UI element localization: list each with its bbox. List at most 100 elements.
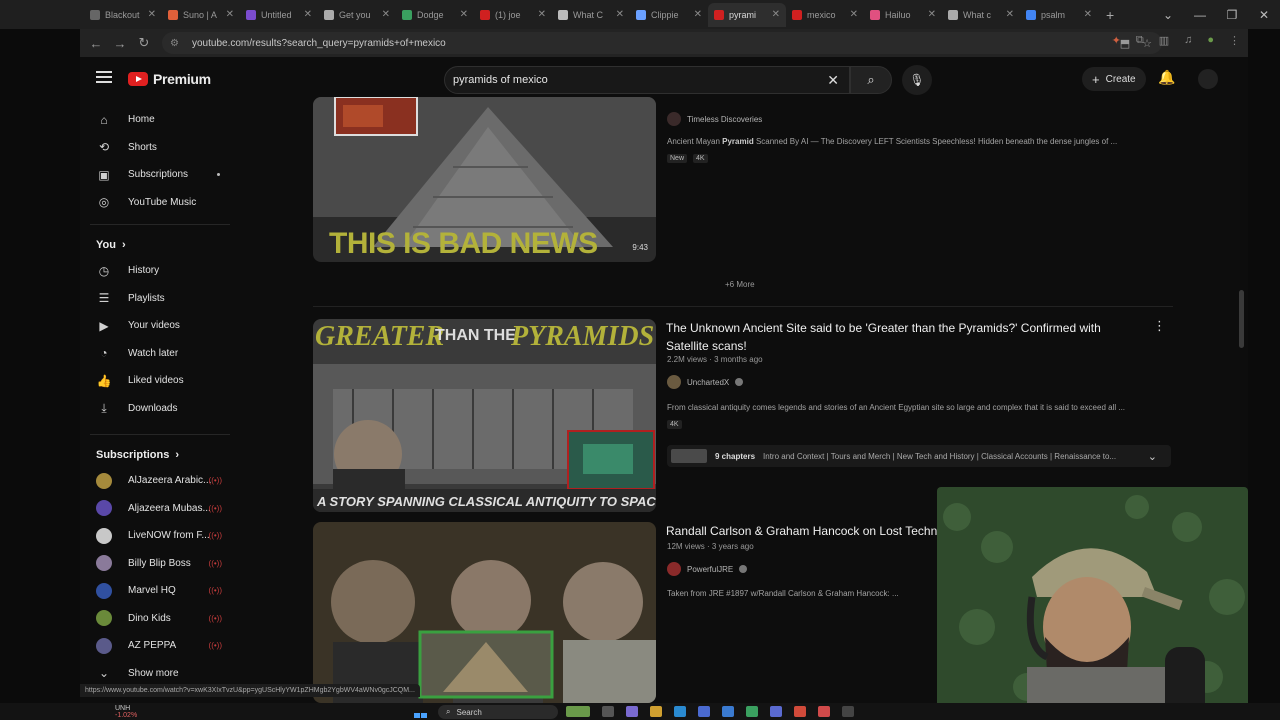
close-tab-icon[interactable]: ✕ <box>226 9 234 20</box>
sidebar-item-home[interactable]: ⌂ Home <box>80 106 240 134</box>
sidebar-subscriptions-header[interactable]: Subscriptions › <box>80 443 240 467</box>
sidebar-item-downloads[interactable]: ⤓ Downloads <box>80 395 240 423</box>
close-tab-icon[interactable]: ✕ <box>850 9 858 20</box>
sidebar-item-youtube-music[interactable]: ◎ YouTube Music <box>80 189 240 217</box>
channel-link[interactable]: PowerfulJRE <box>667 562 748 576</box>
sidebar-item-your-videos[interactable]: ▶ Your videos <box>80 312 240 340</box>
task-view-icon[interactable] <box>602 706 614 717</box>
puzzle-icon[interactable]: ⧉ <box>1136 34 1144 47</box>
video-title-link[interactable]: Randall Carlson & Graham Hancock on Lost… <box>666 522 966 540</box>
more-actions-icon[interactable]: ⋮ <box>1153 318 1166 334</box>
extension-icon[interactable]: ✦ <box>1112 34 1121 47</box>
browser-tab[interactable]: Get you ✕ <box>318 3 396 27</box>
browser-tab[interactable]: What c ✕ <box>942 3 1020 27</box>
video-title-link[interactable]: The Unknown Ancient Site said to be 'Gre… <box>666 319 1126 355</box>
video-thumbnail[interactable] <box>313 522 656 703</box>
sidebar-you-header[interactable]: You › <box>80 233 240 257</box>
channel-link[interactable]: Timeless Discoveries <box>667 112 762 126</box>
windows-start-button[interactable] <box>414 706 428 718</box>
browser-tab[interactable]: (1) joe ✕ <box>474 3 552 27</box>
close-tab-icon[interactable]: ✕ <box>694 9 702 20</box>
more-results-button[interactable]: +6 More <box>725 280 755 289</box>
close-tab-icon[interactable]: ✕ <box>1084 9 1092 20</box>
app-icon[interactable] <box>842 706 854 717</box>
close-tab-icon[interactable]: ✕ <box>772 9 780 20</box>
chevron-down-icon[interactable]: ⌄ <box>1148 450 1157 463</box>
close-tab-icon[interactable]: ✕ <box>148 9 156 20</box>
side-panel-icon[interactable]: ▥ <box>1159 34 1169 47</box>
voice-search-button[interactable]: 🎙 <box>902 65 932 95</box>
channel-link[interactable]: UnchartedX <box>667 375 744 389</box>
close-tab-icon[interactable]: ✕ <box>304 9 312 20</box>
browser-tab[interactable]: Suno | A ✕ <box>162 3 240 27</box>
file-explorer-icon[interactable] <box>650 706 662 717</box>
close-tab-icon[interactable]: ✕ <box>460 9 468 20</box>
back-button[interactable]: ← <box>84 36 108 51</box>
sidebar-item-liked-videos[interactable]: 👍 Liked videos <box>80 367 240 395</box>
browser-tab[interactable]: Untitled ✕ <box>240 3 318 27</box>
address-bar[interactable]: ⚙ youtube.com/results?search_query=pyram… <box>162 32 1162 54</box>
forward-button[interactable]: → <box>108 36 132 51</box>
reload-button[interactable]: ↻ <box>132 35 156 51</box>
widget-icon[interactable] <box>566 706 590 717</box>
show-more-button[interactable]: ⌄ Show more <box>80 660 240 688</box>
video-thumbnail[interactable]: THIS IS BAD NEWS 9:43 <box>313 97 656 262</box>
sidebar-item-subscriptions[interactable]: ▣ Subscriptions <box>80 161 240 189</box>
minimize-button[interactable]: — <box>1184 8 1216 22</box>
close-tab-icon[interactable]: ✕ <box>616 9 624 20</box>
notifications-bell-icon[interactable]: 🔔 <box>1158 69 1175 86</box>
stock-widget[interactable]: UNH -1.02% <box>100 705 137 719</box>
sidebar-item-history[interactable]: ◷ History <box>80 257 240 285</box>
profile-icon[interactable]: ● <box>1207 34 1214 47</box>
browser-tab[interactable]: mexico ✕ <box>786 3 864 27</box>
sidebar-item-shorts[interactable]: ⟲ Shorts <box>80 134 240 162</box>
browser-tab[interactable]: Blackout ✕ <box>84 3 162 27</box>
chrome-icon[interactable] <box>794 706 806 717</box>
channel-avatar <box>667 112 681 126</box>
chevron-down-icon[interactable]: ⌄ <box>1152 8 1184 22</box>
edge-icon[interactable] <box>674 706 686 717</box>
browser-tab[interactable]: psalm ✕ <box>1020 3 1098 27</box>
sidebar-item-watch-later[interactable]: ◔ Watch later <box>80 340 240 368</box>
browser-tab[interactable]: Clippie ✕ <box>630 3 708 27</box>
sidebar-subscription-item[interactable]: Dino Kids ((•)) <box>80 605 240 633</box>
close-window-button[interactable]: ✕ <box>1248 8 1280 22</box>
sidebar-subscription-item[interactable]: Marvel HQ ((•)) <box>80 577 240 605</box>
create-button[interactable]: + Create <box>1082 67 1146 91</box>
close-tab-icon[interactable]: ✕ <box>1006 9 1014 20</box>
youtube-logo[interactable]: Premium <box>128 71 211 87</box>
copilot-icon[interactable] <box>626 706 638 717</box>
close-tab-icon[interactable]: ✕ <box>538 9 546 20</box>
new-tab-button[interactable]: + <box>1106 7 1114 23</box>
close-tab-icon[interactable]: ✕ <box>928 9 936 20</box>
app-icon[interactable] <box>746 706 758 717</box>
site-info-icon[interactable]: ⚙ <box>170 38 184 49</box>
sidebar-subscription-item[interactable]: LiveNOW from F... ((•)) <box>80 522 240 550</box>
app-icon[interactable] <box>818 706 830 717</box>
store-icon[interactable] <box>698 706 710 717</box>
restore-button[interactable]: ❐ <box>1216 8 1248 22</box>
sidebar-subscription-item[interactable]: Billy Blip Boss ((•)) <box>80 550 240 578</box>
browser-tab[interactable]: What C ✕ <box>552 3 630 27</box>
sidebar-item-playlists[interactable]: ☰ Playlists <box>80 285 240 313</box>
hamburger-menu-icon[interactable] <box>96 71 112 86</box>
search-input[interactable]: pyramids of mexico ✕ <box>444 66 850 94</box>
chapters-bar[interactable]: 9 chapters Intro and Context | Tours and… <box>667 445 1171 467</box>
sidebar-subscription-item[interactable]: AZ PEPPA ((•)) <box>80 632 240 660</box>
clear-search-icon[interactable]: ✕ <box>827 72 839 89</box>
menu-icon[interactable]: ⋮ <box>1229 34 1240 47</box>
browser-tab[interactable]: pyrami ✕ <box>708 2 786 27</box>
sidebar-subscription-item[interactable]: AlJazeera Arabic... ((•)) <box>80 467 240 495</box>
search-button[interactable]: ⌕ <box>850 66 892 94</box>
account-avatar[interactable] <box>1198 69 1218 89</box>
video-thumbnail[interactable]: GREATER THAN THE PYRAMIDS? A STORY SPANN… <box>313 319 656 512</box>
sidebar-subscription-item[interactable]: Aljazeera Mubas... ((•)) <box>80 495 240 523</box>
discord-icon[interactable] <box>770 706 782 717</box>
close-tab-icon[interactable]: ✕ <box>382 9 390 20</box>
taskbar-search[interactable]: ⌕ Search <box>438 705 558 719</box>
app-icon[interactable] <box>722 706 734 717</box>
browser-tab[interactable]: Dodge ✕ <box>396 3 474 27</box>
browser-tab[interactable]: Hailuo ✕ <box>864 3 942 27</box>
page-scrollbar[interactable] <box>1239 290 1244 348</box>
media-icon[interactable]: ♫ <box>1184 34 1192 47</box>
